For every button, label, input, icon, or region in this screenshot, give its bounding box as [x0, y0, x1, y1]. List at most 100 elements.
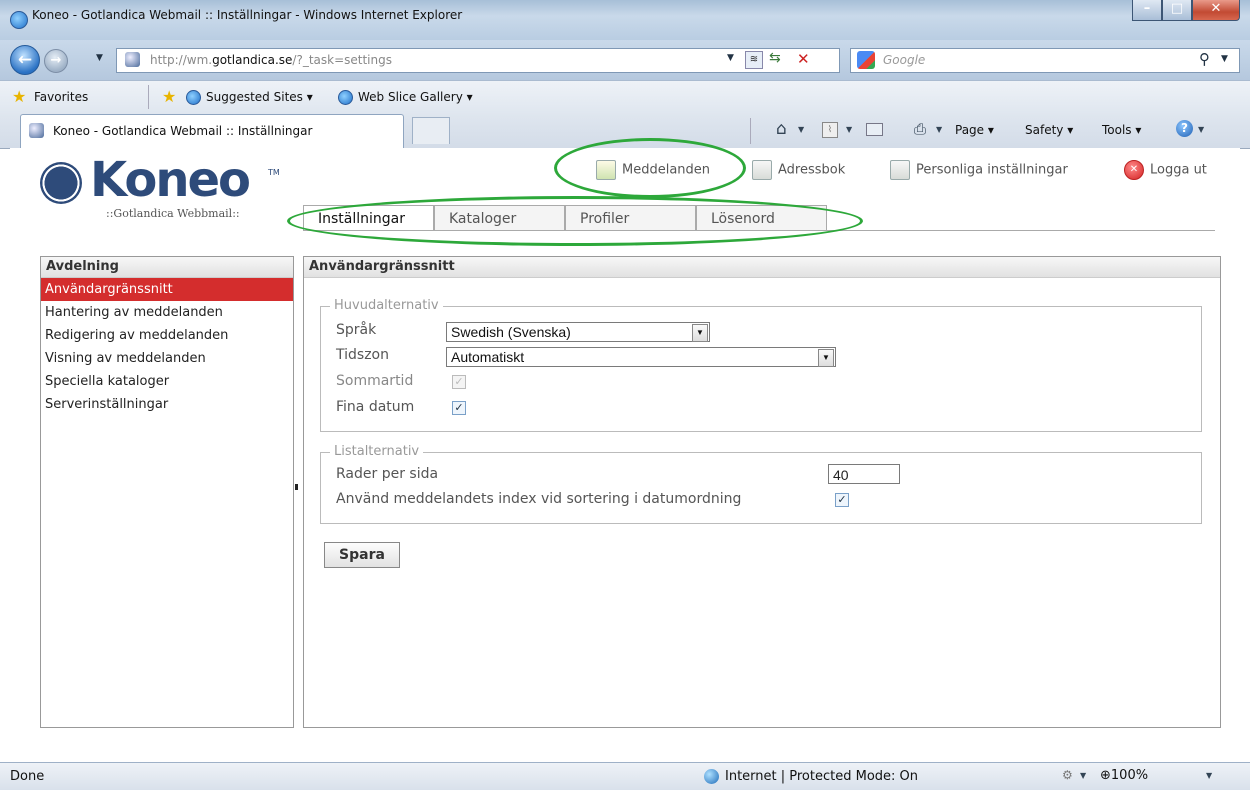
status-text: Done — [10, 769, 45, 784]
back-icon[interactable]: ← — [10, 45, 40, 75]
search-icon[interactable]: ⚲ — [1199, 50, 1210, 68]
logo-text: Koneo — [90, 152, 251, 208]
chevron-down-icon[interactable]: ▼ — [692, 324, 708, 342]
url-text[interactable]: http://wm.gotlandica.se/?_task=settings — [150, 53, 392, 67]
sidebar-item-message-display[interactable]: Visning av meddelanden — [41, 347, 293, 370]
rows-per-page-label: Rader per sida — [336, 466, 439, 482]
sidebar-item-message-editing[interactable]: Redigering av meddelanden — [41, 324, 293, 347]
forward-icon[interactable]: → — [44, 49, 68, 73]
addressbook-icon — [752, 160, 772, 180]
add-favorite-icon[interactable]: ★ — [162, 87, 176, 106]
command-bar-divider — [750, 118, 751, 144]
internet-zone-icon — [704, 769, 719, 784]
refresh-icon[interactable]: ⇆ — [769, 50, 781, 66]
messages-icon — [596, 160, 616, 180]
tools-menu[interactable]: Tools ▾ — [1102, 123, 1141, 137]
google-icon — [857, 51, 875, 69]
print-dropdown-icon[interactable]: ▼ — [936, 125, 942, 134]
suggested-sites-link[interactable]: Suggested Sites ▾ — [206, 90, 313, 104]
sidebar-item-special-folders[interactable]: Speciella kataloger — [41, 370, 293, 393]
timezone-select[interactable]: Automatiskt ▼ — [446, 347, 836, 367]
print-icon[interactable]: ⎙ — [914, 120, 926, 138]
web-slice-gallery-link[interactable]: Web Slice Gallery ▾ — [358, 90, 473, 104]
logout-link[interactable]: ✕ Logga ut — [1124, 160, 1207, 180]
messages-link[interactable]: Meddelanden — [596, 160, 710, 180]
tab-profiler[interactable]: Profiler — [565, 205, 696, 231]
history-dropdown-icon[interactable]: ▼ — [96, 53, 103, 63]
index-sort-label: Använd meddelandets index vid sortering … — [336, 491, 742, 507]
address-bar[interactable]: http://wm.gotlandica.se/?_task=settings … — [116, 48, 840, 73]
tab-kataloger[interactable]: Kataloger — [434, 205, 565, 231]
rows-per-page-input[interactable]: 40 — [828, 464, 900, 484]
tab-installningar[interactable]: Inställningar — [303, 205, 434, 231]
search-options-icon[interactable]: ▼ — [1221, 54, 1228, 64]
web-slice-icon — [338, 90, 353, 105]
mail-icon[interactable] — [866, 123, 883, 136]
tab-favicon — [29, 123, 44, 138]
window-titlebar: Koneo - Gotlandica Webmail :: Inställnin… — [0, 0, 1250, 40]
chevron-down-icon[interactable]: ▼ — [818, 349, 834, 367]
language-select[interactable]: Swedish (Svenska) ▼ — [446, 322, 710, 342]
sidebar-item-user-interface[interactable]: Användargränssnitt — [41, 278, 293, 301]
security-zone[interactable]: Internet | Protected Mode: On — [704, 769, 918, 784]
address-dropdown-icon[interactable]: ▼ — [727, 53, 734, 63]
logo-globe-icon — [40, 162, 82, 204]
page-menu[interactable]: Page ▾ — [955, 123, 994, 137]
settings-icon — [890, 160, 910, 180]
main-options-legend: Huvudalternativ — [330, 298, 443, 313]
search-box[interactable]: Google ⚲ ▼ — [850, 48, 1240, 73]
favorites-star-icon: ★ — [12, 87, 27, 106]
protected-mode-icon[interactable]: ⚙ — [1062, 768, 1073, 782]
new-tab-button[interactable] — [412, 117, 450, 144]
settings-panel-heading: Användargränssnitt — [304, 257, 1220, 278]
favorites-divider — [148, 85, 149, 109]
koneo-logo: Koneo TM ::Gotlandica Webbmail:: — [40, 152, 280, 220]
tab-title: Koneo - Gotlandica Webmail :: Inställnin… — [53, 124, 313, 138]
logo-trademark: TM — [268, 168, 280, 177]
search-placeholder: Google — [883, 53, 926, 67]
list-options-fieldset — [320, 452, 1202, 524]
section-sidebar: Avdelning Användargränssnitt Hantering a… — [40, 256, 294, 728]
zoom-control[interactable]: ⊕100% — [1100, 768, 1148, 783]
home-icon[interactable]: ⌂ — [776, 119, 787, 139]
help-icon[interactable]: ? — [1176, 120, 1193, 137]
logo-subtitle: ::Gotlandica Webbmail:: — [106, 207, 240, 220]
maximize-icon[interactable]: □ — [1162, 0, 1192, 21]
save-button[interactable]: Spara — [324, 542, 400, 568]
language-label: Språk — [336, 322, 377, 338]
tab-losenord[interactable]: Lösenord — [696, 205, 827, 231]
suggested-sites-icon — [186, 90, 201, 105]
close-icon[interactable]: ✕ — [1192, 0, 1240, 21]
safety-menu[interactable]: Safety ▾ — [1025, 123, 1073, 137]
logout-icon: ✕ — [1124, 160, 1144, 180]
timezone-label: Tidszon — [336, 347, 389, 363]
sidebar-heading: Avdelning — [41, 257, 293, 278]
favorites-button[interactable]: Favorites — [34, 90, 88, 104]
addressbook-link[interactable]: Adressbok — [752, 160, 845, 180]
window-title: Koneo - Gotlandica Webmail :: Inställnin… — [32, 8, 463, 22]
pretty-dates-checkbox[interactable]: ✓ — [452, 401, 466, 415]
dst-checkbox[interactable]: ✓ — [452, 375, 466, 389]
index-sort-checkbox[interactable]: ✓ — [835, 493, 849, 507]
zoom-dropdown-icon[interactable]: ▼ — [1206, 771, 1212, 780]
feeds-dropdown-icon[interactable]: ▼ — [846, 125, 852, 134]
splitter-handle[interactable] — [295, 484, 298, 490]
pretty-dates-label: Fina datum — [336, 399, 415, 415]
protected-mode-dropdown-icon[interactable]: ▼ — [1080, 771, 1086, 780]
compatibility-view-icon[interactable]: ≋ — [745, 51, 763, 69]
zoom-icon: ⊕ — [1100, 768, 1111, 783]
window-controls: – □ ✕ — [1132, 0, 1240, 21]
tabs-divider — [303, 230, 1215, 231]
sidebar-item-server-settings[interactable]: Serverinställningar — [41, 393, 293, 416]
home-dropdown-icon[interactable]: ▼ — [798, 125, 804, 134]
sidebar-item-message-handling[interactable]: Hantering av meddelanden — [41, 301, 293, 324]
personal-settings-link[interactable]: Personliga inställningar — [890, 160, 1068, 180]
minimize-icon[interactable]: – — [1132, 0, 1162, 21]
dst-label: Sommartid — [336, 373, 414, 389]
site-favicon — [125, 52, 140, 67]
browser-tab-active[interactable]: Koneo - Gotlandica Webmail :: Inställnin… — [20, 114, 404, 148]
stop-icon[interactable]: ✕ — [797, 50, 810, 68]
ie-icon — [10, 11, 28, 29]
feeds-icon[interactable]: ⌇ — [822, 122, 838, 138]
help-dropdown-icon[interactable]: ▼ — [1198, 125, 1204, 134]
